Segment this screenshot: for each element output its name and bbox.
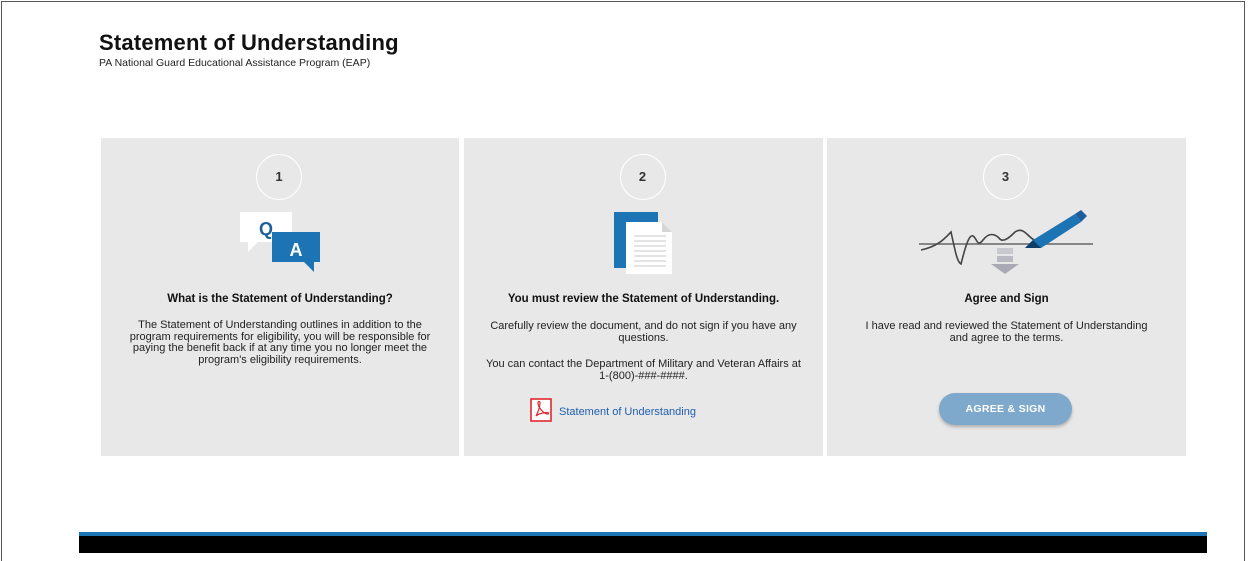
statement-link-label: Statement of Understanding [559,405,696,418]
footer-bar [79,532,1207,553]
panel-heading: What is the Statement of Understanding? [167,293,393,305]
step-panel-2: 2 You must review the Statement of Under… [464,138,823,456]
page-subtitle: PA National Guard Educational Assistance… [99,57,371,69]
panel-body: I have read and reviewed the Statement o… [865,320,1148,344]
step-number-1: 1 [256,154,302,200]
panel-body: Carefully review the document, and do no… [490,320,797,344]
statement-pdf-link[interactable]: Statement of Understanding [530,398,696,425]
signature-pen-icon [917,210,1097,281]
qa-chat-icon: Q A [238,210,322,281]
pdf-icon [530,398,552,425]
panel-heading: You must review the Statement of Underst… [507,293,780,305]
svg-text:Q: Q [259,219,273,239]
step-number-2: 2 [619,154,666,200]
panel-contact-text: You can contact the Department of Milita… [486,358,801,382]
svg-text:A: A [290,240,303,260]
panel-body: The Statement of Understanding outlines … [129,319,431,366]
step-panel-1: 1 Q A What is the Statement of Understan… [101,138,459,456]
page-title: Statement of Understanding [99,30,399,55]
step-number-3: 3 [982,154,1029,200]
agree-sign-button[interactable]: AGREE & SIGN [939,393,1072,425]
page-header: Statement of Understanding PA National G… [99,30,399,70]
document-icon [612,210,676,281]
step-panel-3: 3 Agree and Sign I have read and reviewe… [827,138,1186,456]
panel-heading: Agree and Sign [964,293,1049,305]
